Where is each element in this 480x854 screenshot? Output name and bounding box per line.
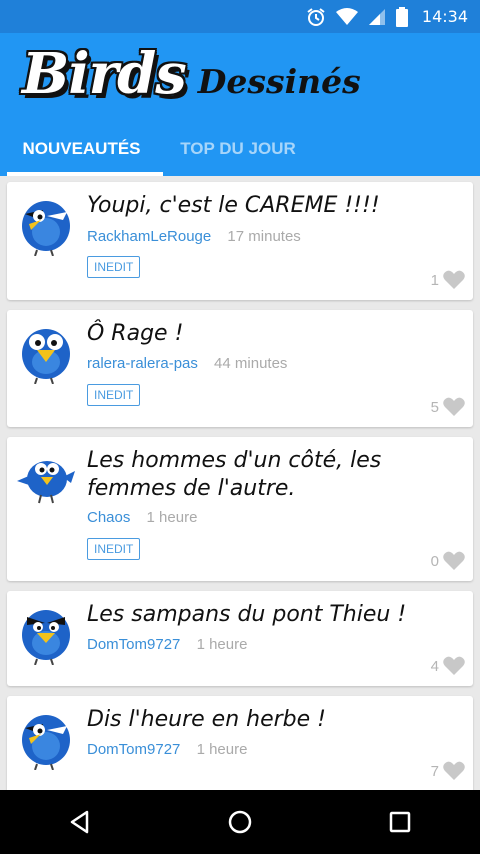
heart-icon xyxy=(443,397,465,416)
like-count: 5 xyxy=(430,398,439,416)
like-button[interactable]: 0 xyxy=(431,551,465,571)
like-button[interactable]: 4 xyxy=(431,656,465,676)
logo-subtitle: Dessinés xyxy=(197,62,361,101)
bird-avatar-icon xyxy=(22,715,70,770)
inedit-badge: INEDIT xyxy=(87,538,141,560)
bird-avatar-icon xyxy=(17,461,75,504)
heart-icon xyxy=(443,761,465,780)
post-author[interactable]: DomTom9727 xyxy=(87,636,180,653)
tab-top-du-jour[interactable]: TOP DU JOUR xyxy=(163,121,313,176)
post-author[interactable]: ralera-ralera-pas xyxy=(87,355,198,372)
post-feed[interactable]: Youpi, c'est le CAREME !!!! RackhamLeRou… xyxy=(0,176,480,790)
post-card[interactable]: Youpi, c'est le CAREME !!!! RackhamLeRou… xyxy=(7,182,473,300)
like-count: 0 xyxy=(430,552,439,570)
post-time: 1 heure xyxy=(196,741,248,758)
post-card[interactable]: Ô Rage ! ralera-ralera-pas 44 minutes IN… xyxy=(7,310,473,427)
inedit-badge: INEDIT xyxy=(87,256,141,278)
post-meta: ralera-ralera-pas 44 minutes xyxy=(87,355,287,372)
post-title[interactable]: Youpi, c'est le CAREME !!!! xyxy=(87,192,462,220)
like-count: 7 xyxy=(430,762,439,780)
post-meta: Chaos 1 heure xyxy=(87,509,197,526)
back-button[interactable] xyxy=(50,797,110,847)
tab-bar: NOUVEAUTÉS TOP DU JOUR xyxy=(0,121,480,176)
app-bar: Birds Dessinés NOUVEAUTÉS TOP DU JOUR xyxy=(0,33,480,176)
status-bar: 14:34 xyxy=(0,0,480,33)
post-title[interactable]: Les sampans du pont Thieu ! xyxy=(87,601,462,629)
wifi-icon xyxy=(335,7,358,26)
system-nav-bar xyxy=(0,790,480,854)
post-title[interactable]: Dis l'heure en herbe ! xyxy=(87,706,462,734)
back-triangle-icon xyxy=(70,810,89,834)
like-count: 1 xyxy=(430,271,439,289)
heart-icon xyxy=(443,656,465,675)
like-button[interactable]: 1 xyxy=(431,270,465,290)
post-card[interactable]: Les hommes d'un côté, les femmes de l'au… xyxy=(7,437,473,581)
bird-avatar-icon xyxy=(22,610,70,665)
post-time: 44 minutes xyxy=(214,355,288,372)
heart-icon xyxy=(443,270,465,289)
signal-icon xyxy=(368,8,386,26)
heart-icon xyxy=(443,551,465,570)
post-meta: DomTom9727 1 heure xyxy=(87,636,247,653)
tab-label: NOUVEAUTÉS xyxy=(22,138,141,158)
post-card[interactable]: Les sampans du pont Thieu ! DomTom9727 1… xyxy=(7,591,473,686)
tab-nouveautes[interactable]: NOUVEAUTÉS xyxy=(0,121,163,176)
post-title[interactable]: Ô Rage ! xyxy=(87,320,462,348)
post-card[interactable]: Dis l'heure en herbe ! DomTom9727 1 heur… xyxy=(7,696,473,790)
battery-icon xyxy=(395,6,408,27)
post-author[interactable]: RackhamLeRouge xyxy=(87,228,211,245)
post-meta: RackhamLeRouge 17 minutes xyxy=(87,228,301,245)
post-title[interactable]: Les hommes d'un côté, les femmes de l'au… xyxy=(87,447,462,503)
bird-avatar-icon xyxy=(22,329,70,384)
like-button[interactable]: 5 xyxy=(431,397,465,417)
home-button[interactable] xyxy=(210,797,270,847)
post-author[interactable]: DomTom9727 xyxy=(87,741,180,758)
clock: 14:34 xyxy=(421,7,468,26)
recents-button[interactable] xyxy=(370,797,430,847)
bird-avatar-icon xyxy=(22,201,70,256)
tab-label: TOP DU JOUR xyxy=(180,138,296,158)
logo-title: Birds xyxy=(22,41,187,107)
like-count: 4 xyxy=(430,657,439,675)
post-time: 17 minutes xyxy=(227,228,301,245)
post-time: 1 heure xyxy=(196,636,248,653)
post-author[interactable]: Chaos xyxy=(87,509,130,526)
alarm-icon xyxy=(306,7,326,27)
recents-square-icon xyxy=(389,811,411,833)
post-time: 1 heure xyxy=(146,509,198,526)
inedit-badge: INEDIT xyxy=(87,384,141,406)
post-meta: DomTom9727 1 heure xyxy=(87,741,247,758)
app-logo: Birds Dessinés xyxy=(22,41,361,107)
like-button[interactable]: 7 xyxy=(431,761,465,781)
home-circle-icon xyxy=(228,810,252,834)
